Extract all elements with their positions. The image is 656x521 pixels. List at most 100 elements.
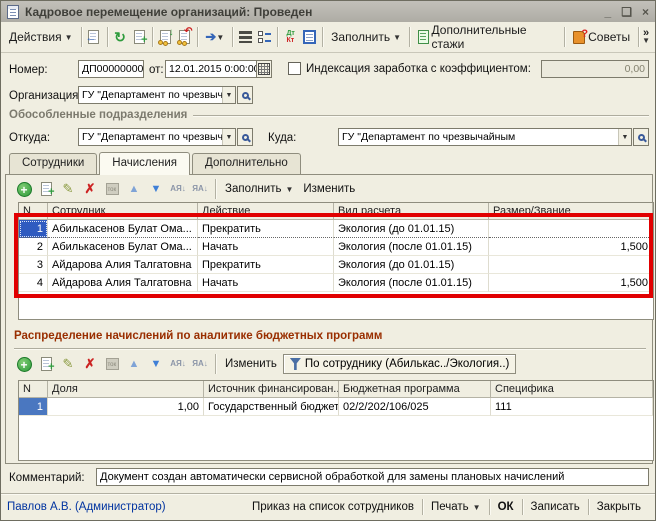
- distribution-table[interactable]: N Доля Источник финансирован... Бюджетна…: [18, 380, 654, 461]
- maximize-icon[interactable]: ❏: [621, 5, 632, 19]
- end-edit-button[interactable]: [102, 179, 122, 199]
- comment-label: Комментарий:: [9, 472, 85, 484]
- footer-bar: Павлов А.В. (Администратор) Приказ на сп…: [1, 493, 655, 520]
- print-button[interactable]: Печать ▼: [423, 501, 489, 513]
- delete-icon: ✗: [85, 356, 96, 372]
- magnifier-icon: [242, 134, 249, 141]
- end-edit-icon: [106, 183, 119, 195]
- organization-select[interactable]: ГУ "Департамент по чрезвычайным ▼: [78, 86, 236, 104]
- move-up-icon: ▲: [129, 183, 140, 195]
- fill-button[interactable]: Заполнить ▼: [326, 28, 406, 46]
- sort-desc-icon: ЯА↓: [192, 360, 208, 368]
- order-list-button[interactable]: Приказ на список сотрудников: [244, 501, 422, 513]
- toolbar-overflow-button[interactable]: »▼: [642, 29, 652, 45]
- accruals-tab-panel: + + ✎ ✗ ▲ ▼ АЯ↓ ЯА↓ Заполнить ▼ Изменить…: [5, 174, 653, 464]
- close-icon[interactable]: ×: [642, 5, 649, 19]
- ok-button[interactable]: ОК: [490, 501, 522, 513]
- window-title: Кадровое перемещение организаций: Провед…: [25, 5, 599, 19]
- copy-button[interactable]: +: [130, 27, 149, 47]
- document-window: Кадровое перемещение организаций: Провед…: [0, 0, 656, 521]
- from-department-search-button[interactable]: [237, 128, 253, 146]
- green-document-icon: [418, 30, 429, 44]
- chevron-down-icon: ▼: [642, 37, 650, 45]
- table-row[interactable]: 1 1,00 Государственный бюджет 02/2/202/1…: [19, 398, 653, 416]
- comment-input[interactable]: Документ создан автоматически сервисной …: [96, 468, 649, 486]
- row-settings-button[interactable]: [236, 27, 255, 47]
- accruals-table[interactable]: N Сотрудник Действие Вид расчета Размер/…: [18, 202, 654, 320]
- post-icon: ↓: [160, 30, 171, 44]
- accruals-toolbar: + + ✎ ✗ ▲ ▼ АЯ↓ ЯА↓ Заполнить ▼ Изменить: [14, 178, 359, 200]
- table-row[interactable]: 1 Абилькасенов Булат Ома... Прекратить Э…: [19, 220, 653, 238]
- end-edit-button[interactable]: [102, 354, 122, 374]
- copy-row-button[interactable]: +: [36, 354, 56, 374]
- checklist-icon: [258, 31, 271, 43]
- move-up-button[interactable]: ▲: [124, 179, 144, 199]
- move-down-icon: ▼: [151, 183, 162, 195]
- move-up-button[interactable]: ▲: [124, 354, 144, 374]
- copy-row-button[interactable]: +: [36, 179, 56, 199]
- organization-search-button[interactable]: [237, 86, 253, 104]
- close-button[interactable]: Закрыть: [589, 501, 649, 513]
- extra-seniority-button[interactable]: Дополнительные стажи: [413, 21, 561, 53]
- add-row-button[interactable]: +: [14, 354, 34, 374]
- move-down-button[interactable]: ▼: [146, 179, 166, 199]
- move-down-icon: ▼: [151, 358, 162, 370]
- journal-icon: [303, 30, 316, 44]
- save-button[interactable]: Записать: [523, 501, 588, 513]
- filter-icon: [290, 358, 301, 370]
- reread-button[interactable]: ←: [84, 27, 103, 47]
- copy-icon: +: [41, 357, 52, 371]
- sort-asc-button[interactable]: АЯ↓: [168, 179, 188, 199]
- move-down-button[interactable]: ▼: [146, 354, 166, 374]
- dtkt-button[interactable]: ДтКт: [281, 27, 300, 47]
- to-department-select[interactable]: ГУ "Департамент по чрезвычайным ▼: [338, 128, 632, 146]
- accruals-edit-button[interactable]: Изменить: [299, 183, 359, 195]
- add-row-button[interactable]: +: [14, 179, 34, 199]
- by-employee-button[interactable]: По сотруднику (Абилькас../Экология..): [283, 354, 516, 374]
- goto-button[interactable]: ➔▼: [201, 27, 230, 47]
- refresh-button[interactable]: ↻: [110, 27, 129, 47]
- chevron-down-icon[interactable]: ▼: [222, 87, 235, 103]
- main-toolbar: Действия ▼ ← ↻ + ↓ ↶ ➔▼ ДтКт Заполнить ▼…: [1, 22, 655, 53]
- unpost-button[interactable]: ↶: [175, 27, 194, 47]
- chevron-down-icon[interactable]: ▼: [222, 129, 235, 145]
- from-department-select[interactable]: ГУ "Департамент по чрезвычайным ▼: [78, 128, 236, 146]
- tab-employees[interactable]: Сотрудники: [9, 153, 97, 175]
- sort-desc-button[interactable]: ЯА↓: [190, 354, 210, 374]
- delete-row-button[interactable]: ✗: [80, 179, 100, 199]
- post-button[interactable]: ↓: [156, 27, 175, 47]
- reread-icon: ←: [88, 30, 99, 44]
- chevron-down-icon[interactable]: ▼: [618, 129, 631, 145]
- copy-icon: +: [134, 30, 145, 44]
- table-row[interactable]: 4 Айдарова Алия Талгатовна Начать Эколог…: [19, 274, 653, 292]
- tips-button[interactable]: ? Советы: [568, 28, 635, 46]
- chevron-down-icon: ▼: [473, 503, 481, 512]
- tab-additional[interactable]: Дополнительно: [192, 153, 301, 175]
- distribution-header-row: N Доля Источник финансирован... Бюджетна…: [19, 381, 653, 398]
- indexation-checkbox[interactable]: [288, 62, 301, 75]
- table-row[interactable]: 3 Айдарова Алия Талгатовна Прекратить Эк…: [19, 256, 653, 274]
- list-setup-button[interactable]: [255, 27, 274, 47]
- calendar-button[interactable]: [256, 60, 272, 78]
- journal-button[interactable]: [300, 27, 319, 47]
- edit-row-button[interactable]: ✎: [58, 354, 78, 374]
- title-bar[interactable]: Кадровое перемещение организаций: Провед…: [1, 1, 655, 22]
- accruals-header-row: N Сотрудник Действие Вид расчета Размер/…: [19, 203, 653, 220]
- to-department-search-button[interactable]: [633, 128, 649, 146]
- chevron-down-icon: ▼: [393, 33, 401, 42]
- table-row[interactable]: 2 Абилькасенов Булат Ома... Начать Эколо…: [19, 238, 653, 256]
- number-input[interactable]: ДП000000003: [78, 60, 144, 78]
- actions-button[interactable]: Действия ▼: [4, 28, 78, 46]
- delete-row-button[interactable]: ✗: [80, 354, 100, 374]
- accruals-fill-button[interactable]: Заполнить ▼: [221, 183, 297, 195]
- date-input[interactable]: 12.01.2015 0:00:00: [165, 60, 257, 78]
- distribution-edit-button[interactable]: Изменить: [221, 358, 281, 370]
- sort-asc-button[interactable]: АЯ↓: [168, 354, 188, 374]
- sort-desc-button[interactable]: ЯА↓: [190, 179, 210, 199]
- edit-row-button[interactable]: ✎: [58, 179, 78, 199]
- number-label: Номер:: [9, 64, 48, 76]
- minimize-icon[interactable]: _: [605, 5, 612, 19]
- sort-desc-icon: ЯА↓: [192, 185, 208, 193]
- delete-icon: ✗: [85, 181, 96, 197]
- tab-accruals[interactable]: Начисления: [99, 152, 190, 175]
